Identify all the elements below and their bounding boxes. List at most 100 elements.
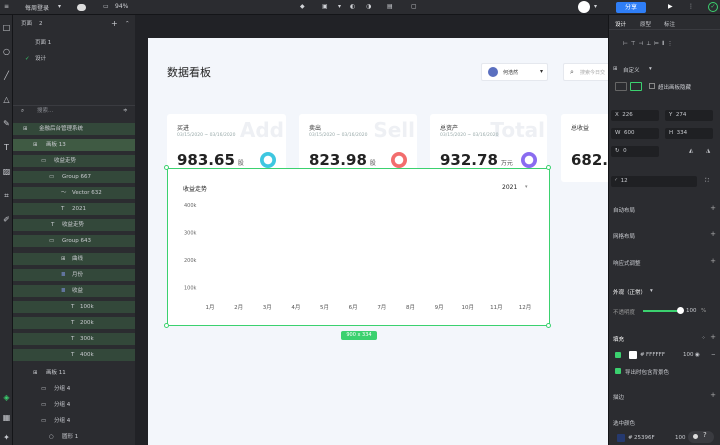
more-icon[interactable]: ⋮ [688, 3, 694, 10]
landscape-icon[interactable] [630, 82, 642, 91]
collapse-pages-icon[interactable]: ⌃ [125, 18, 130, 30]
w-field[interactable]: W 600 [611, 128, 659, 139]
add-fill-icon[interactable]: + [710, 333, 716, 341]
income-chart[interactable]: 收益走势 2021 ▾ 400k 300k 200k 100k 1月 2月 3月 4月 5月 6月… [167, 168, 550, 326]
layer-search-input[interactable]: 搜索... [37, 105, 53, 117]
export-bg-checkbox[interactable] [615, 368, 621, 374]
project-dropdown-icon[interactable]: ▾ [58, 3, 61, 10]
chevron-down-icon[interactable]: ▾ [650, 288, 653, 294]
fill-swatch[interactable] [629, 351, 637, 359]
canvas[interactable]: 数据看板 何浩然 ▾ ⌕ 搜索今日交 Add 买进 03/15/2020 ~ 0… [135, 15, 608, 445]
layout-icon[interactable]: ▭ [103, 3, 109, 10]
opacity-value[interactable]: 100 [686, 308, 697, 314]
brush-tool-icon[interactable]: ✐ [2, 215, 11, 224]
layer-row[interactable]: ≣ 收益 [13, 285, 135, 297]
appearance-label[interactable]: 外观（正常） [613, 288, 646, 296]
layer-row[interactable]: ⊞ 画板 13 [13, 139, 135, 151]
layer-row[interactable]: T 200k [13, 317, 135, 329]
menu-icon[interactable]: ≡ [4, 3, 9, 10]
boolean-icon[interactable]: ▣ [322, 3, 328, 10]
resize-handle[interactable] [546, 165, 551, 170]
chevron-down-icon[interactable]: ▾ [649, 66, 652, 72]
tab-annotate[interactable]: 标注 [664, 20, 675, 28]
layer-row[interactable]: T 300k [13, 333, 135, 345]
tab-prototype[interactable]: 原型 [640, 20, 651, 28]
play-icon[interactable]: ▶ [668, 3, 673, 10]
flip-vertical-icon[interactable]: ◮ [706, 148, 710, 154]
image-tool-icon[interactable]: ▨ [2, 167, 11, 176]
layer-row[interactable]: ▭ Group 667 [13, 171, 135, 183]
resize-handle[interactable] [164, 323, 169, 328]
fill-opacity[interactable]: 100 [683, 352, 694, 358]
help-toggle[interactable]: ? [688, 431, 714, 443]
resize-handle[interactable] [164, 165, 169, 170]
layer-row[interactable]: T 400k [13, 349, 135, 361]
fill-style-icon[interactable]: ⁘ [701, 335, 706, 341]
add-page-icon[interactable]: + [111, 18, 118, 30]
line-tool-icon[interactable]: ╱ [2, 71, 11, 80]
layer-row[interactable]: 〜 Vector 632 [13, 187, 135, 199]
selection-hex[interactable]: 25396F [634, 435, 655, 441]
rotation-field[interactable]: ↻ 0 [611, 146, 659, 157]
crop-tool-icon[interactable]: ⌗ [2, 191, 11, 200]
opacity-slider-thumb[interactable] [677, 307, 684, 314]
selection-color-swatch[interactable] [617, 434, 625, 442]
add-auto-layout-icon[interactable]: + [710, 204, 716, 212]
layer-row[interactable]: ▭ 收益走势 [13, 155, 135, 167]
flip-icon[interactable]: ◐ [350, 3, 355, 10]
page-item[interactable]: 页面 1 [13, 37, 135, 49]
visibility-icon[interactable]: ◉ [695, 352, 700, 358]
plugin-icon[interactable]: ✦ [2, 433, 11, 442]
ellipse-tool-icon[interactable]: ○ [2, 47, 11, 56]
layer-row[interactable]: T 收益走势 [13, 219, 135, 231]
avatar[interactable] [578, 1, 590, 13]
user-dropdown[interactable]: 何浩然 ▾ [481, 63, 548, 81]
layer-row[interactable]: ▭ 分组 4 [13, 415, 135, 427]
fill-checkbox[interactable] [615, 352, 621, 358]
align-icons[interactable]: ⊢⊤⊣⊥⊨⫴⋮ [623, 41, 676, 48]
radius-field[interactable]: ◜ 12 [611, 176, 697, 187]
layer-row[interactable]: ⊞ 画板 11 [13, 367, 135, 379]
frame-preset[interactable]: 自定义 [623, 66, 640, 74]
y-field[interactable]: Y 274 [665, 110, 713, 121]
resize-handle[interactable] [546, 323, 551, 328]
layer-row[interactable]: T 100k [13, 301, 135, 313]
help-icon[interactable]: ? [703, 431, 707, 439]
layer-row[interactable]: T 2021 [13, 203, 135, 215]
boolean-dropdown-icon[interactable]: ▾ [338, 3, 341, 10]
frame-tool-icon[interactable]: □ [2, 23, 11, 32]
layer-row[interactable]: ⊞ 曲线 [13, 253, 135, 265]
selection-opacity[interactable]: 100 [675, 435, 686, 441]
independent-corners-icon[interactable]: ⛶ [705, 178, 709, 185]
layer-row[interactable]: ▭ 分组 4 [13, 383, 135, 395]
layer-search[interactable]: ⌕ 搜索... ≑ [13, 105, 135, 117]
add-responsive-icon[interactable]: + [710, 257, 716, 265]
layer-row[interactable]: ○ 圆形 1 [13, 431, 135, 443]
zoom-level[interactable]: 94% [115, 3, 128, 10]
dashboard-search[interactable]: ⌕ 搜索今日交 [563, 63, 608, 81]
remove-fill-icon[interactable]: − [711, 352, 716, 358]
assets-icon[interactable]: ▦ [2, 413, 11, 422]
h-field[interactable]: H 334 [665, 128, 713, 139]
pen-tool-icon[interactable]: ✎ [2, 119, 11, 128]
portrait-icon[interactable] [615, 82, 627, 91]
align-icon[interactable]: ▤ [387, 3, 393, 10]
tab-design[interactable]: 设计 [615, 20, 626, 28]
add-stroke-icon[interactable]: + [710, 391, 716, 399]
avatar-dropdown-icon[interactable]: ▾ [594, 3, 597, 10]
layer-row[interactable]: ≣ 月份 [13, 269, 135, 281]
page-item[interactable]: ✓ 设计 [13, 53, 135, 65]
add-grid-icon[interactable]: + [710, 230, 716, 238]
polygon-tool-icon[interactable]: △ [2, 95, 11, 104]
mask-icon[interactable]: ◑ [366, 3, 371, 10]
layers-icon[interactable]: ◈ [2, 393, 11, 402]
layer-row[interactable]: ▭ Group 643 [13, 235, 135, 247]
layer-row[interactable]: ⊞ 金融后台管理系统 [13, 123, 135, 135]
layer-row[interactable]: ▭ 分组 4 [13, 399, 135, 411]
share-button[interactable]: 分享 [616, 2, 646, 13]
project-name[interactable]: 每周登录 [25, 3, 49, 12]
artboard[interactable]: 数据看板 何浩然 ▾ ⌕ 搜索今日交 Add 买进 03/15/2020 ~ 0… [148, 38, 608, 445]
component-icon[interactable]: ◆ [300, 3, 305, 10]
dashboard-search-input[interactable]: 搜索今日交 [580, 69, 605, 76]
x-field[interactable]: X 226 [611, 110, 659, 121]
